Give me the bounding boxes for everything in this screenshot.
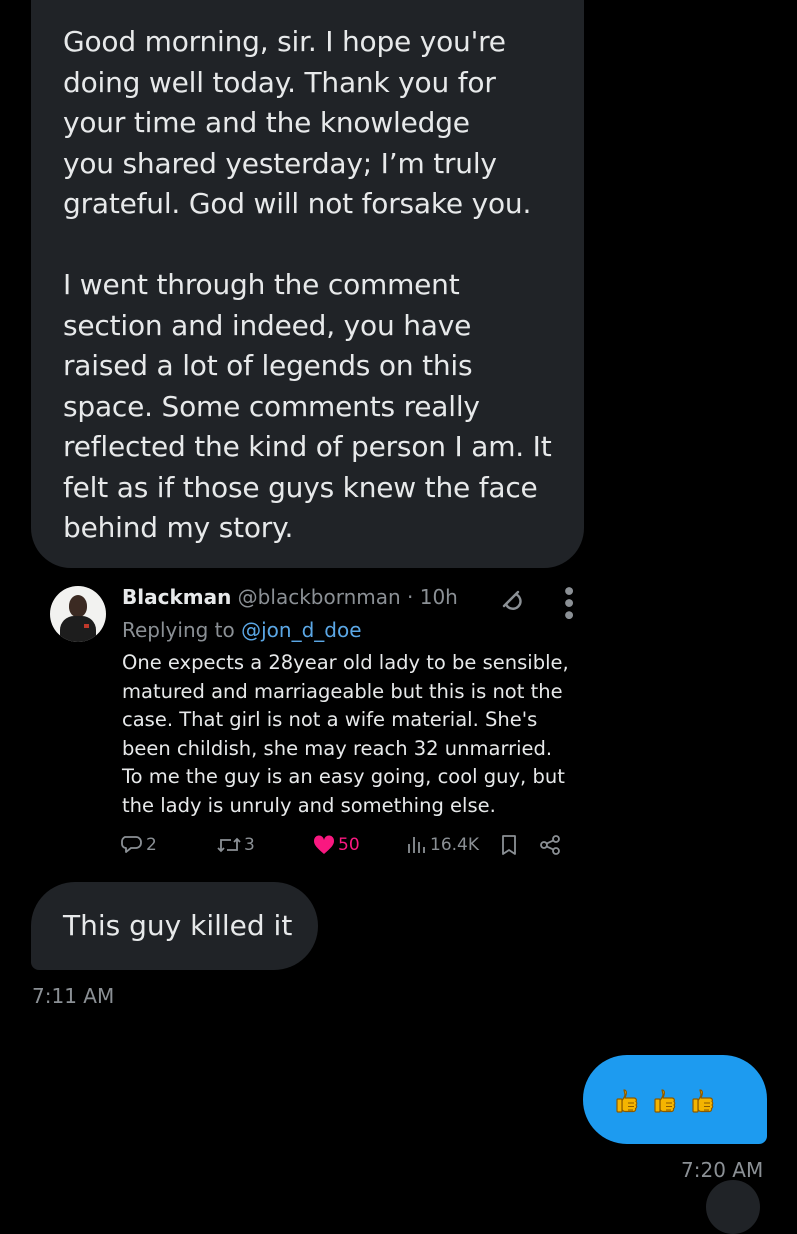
thumbs-up-icon	[654, 1089, 676, 1113]
message-timestamp: 7:11 AM	[32, 984, 115, 1008]
author-name: Blackman	[122, 585, 232, 609]
bookmark-button[interactable]	[498, 832, 520, 858]
outgoing-message-bubble[interactable]	[583, 1055, 767, 1144]
bookmark-icon	[502, 835, 516, 855]
tweet-actions: 2 3 50 16.4K	[120, 832, 580, 858]
retweet-count: 3	[244, 835, 255, 855]
incoming-message-bubble[interactable]: This guy killed it	[31, 882, 318, 970]
mention-link[interactable]: @jon_d_doe	[241, 618, 361, 642]
views-icon	[408, 837, 425, 853]
thumbs-up-icon	[616, 1089, 638, 1113]
author-handle-time: @blackbornman · 10h	[231, 585, 458, 609]
grok-icon[interactable]	[498, 586, 524, 612]
more-icon[interactable]: •••	[554, 584, 580, 620]
message-timestamp: 7:20 AM	[681, 1158, 764, 1182]
like-button[interactable]: 50	[312, 832, 360, 858]
embedded-tweet[interactable]: Blackman @blackbornman · 10h ••• Replyin…	[40, 578, 580, 868]
tweet-author[interactable]: Blackman @blackbornman · 10h	[122, 585, 458, 609]
heart-icon	[313, 835, 335, 854]
reply-count: 2	[146, 835, 157, 855]
incoming-message-bubble[interactable]: Good morning, sir. I hope you're doing w…	[31, 0, 584, 568]
reply-button[interactable]: 2	[120, 832, 157, 858]
scroll-down-button[interactable]	[706, 1180, 760, 1234]
avatar[interactable]	[50, 586, 106, 642]
retweet-button[interactable]: 3	[216, 832, 255, 858]
share-button[interactable]	[538, 832, 562, 858]
thumbs-up-icon	[692, 1089, 714, 1113]
tweet-text: One expects a 28year old lady to be sens…	[122, 651, 569, 817]
message-text: This guy killed it	[63, 909, 293, 942]
retweet-icon	[217, 837, 241, 853]
reply-icon	[121, 836, 142, 853]
views-count: 16.4K	[430, 835, 479, 855]
share-icon	[540, 835, 560, 855]
views-button[interactable]: 16.4K	[406, 832, 479, 858]
thumbs-up-emojis	[616, 1087, 716, 1115]
message-text: Good morning, sir. I hope you're doing w…	[63, 25, 552, 544]
like-count: 50	[338, 835, 360, 855]
replying-prefix: Replying to	[122, 618, 242, 642]
replying-to: Replying to @jon_d_doe	[122, 618, 362, 642]
